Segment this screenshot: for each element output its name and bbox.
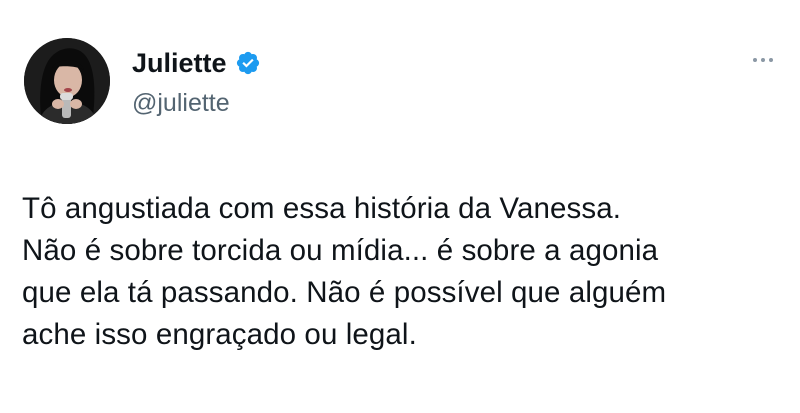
avatar[interactable]	[24, 38, 110, 124]
display-name[interactable]: Juliette	[132, 47, 227, 79]
verified-badge-icon	[235, 50, 261, 76]
tweet-text: Tô angustiada com essa história da Vanes…	[22, 188, 782, 356]
avatar-image	[24, 38, 110, 124]
more-horizontal-icon[interactable]	[753, 58, 773, 62]
tweet-text-line: que ela tá passando. Não é possível que …	[22, 276, 667, 309]
author-name-row[interactable]: Juliette	[132, 47, 261, 79]
tweet-card: Juliette @juliette Tô angustiada com ess…	[0, 0, 800, 413]
tweet-text-line: Tô angustiada com essa história da Vanes…	[22, 192, 622, 225]
author-handle[interactable]: @juliette	[132, 88, 230, 118]
tweet-text-line: ache isso engraçado ou legal.	[22, 318, 417, 351]
tweet-text-line: Não é sobre torcida ou mídia... é sobre …	[22, 234, 659, 267]
